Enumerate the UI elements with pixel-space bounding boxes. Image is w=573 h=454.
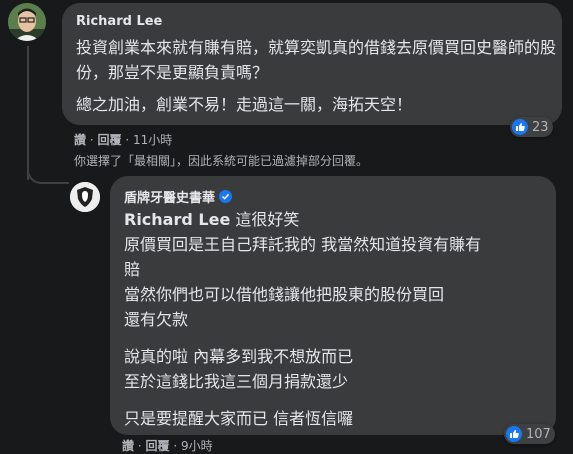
mention-suffix: 這很好笑 [230,210,300,229]
separator: · [125,133,130,147]
comment-author[interactable]: Richard Lee [76,14,162,29]
like-button[interactable]: 讚 [74,133,86,147]
comment-text-2: 總之加油，創業不易！走過這一關，海拓天空！ [76,95,413,114]
reply-timestamp[interactable]: 9小時 [181,439,213,453]
thread-connector [27,150,69,184]
shield-logo-icon [70,182,100,212]
like-reaction-icon [506,426,522,442]
separator: · [89,133,94,147]
avatar[interactable] [8,3,46,41]
reply-line: 原價買回是王自己拜託我的 我當然知道投資有賺有 [124,235,482,254]
verified-badge-icon [219,190,233,203]
mention-link[interactable]: Richard Lee [124,210,230,229]
reply-button[interactable]: 回覆 [146,439,170,453]
separator: · [173,439,178,453]
reply-avatar[interactable] [70,182,100,212]
comment-bubble: Richard Lee 投資創業本來就有賺有賠，就算奕凱真的借錢去原價買回史醫師… [62,3,562,137]
reaction-count: 107 [526,426,551,442]
reply-text: Richard Lee 這很好笑 原價買回是王自己拜託我的 我當然知道投資有賺有… [124,207,544,431]
reply-line: 當然你們也可以借他錢讓他把股東的股份買回 [124,285,445,304]
reply-actions: 讚 · 回覆 · 9小時 [122,437,213,454]
reply-button[interactable]: 回覆 [98,133,122,147]
like-button[interactable]: 讚 [122,439,134,453]
reply-line: 說真的啦 內幕多到我不想放而已 [124,347,354,366]
reply-line: Richard Lee 這很好笑 [124,207,544,232]
reply-author[interactable]: 盾牌牙醫史書華 [124,187,215,206]
reply-reaction-summary[interactable]: 107 [504,424,555,444]
reply-bubble: 盾牌牙醫史書華 Richard Lee 這很好笑 原價買回是王自己拜託我的 我當… [110,176,556,444]
filter-notice: 你選擇了「最相關」，因此系統可能已過濾掉部分回覆。 [74,154,369,168]
reaction-count: 23 [532,119,549,135]
reaction-summary[interactable]: 23 [510,117,553,137]
separator: · [137,439,142,453]
avatar-image [8,3,46,41]
reply-line: 至於這錢比我這三個月捐款還少 [124,372,349,391]
comment-actions: 讚 · 回覆 · 11小時 [74,131,172,148]
reply-line: 只是要提醒大家而已 信者恆信囉 [124,409,354,428]
reply-line: 還有欠款 [124,310,189,329]
reply-author-wrap: 盾牌牙醫史書華 [124,187,233,206]
comment-timestamp[interactable]: 11小時 [133,133,172,147]
comment-text: 投資創業本來就有賺有賠，就算奕凱真的借錢去原價買回史醫師的股份，那豈不是更顯負責… [76,38,557,82]
like-reaction-icon [512,119,528,135]
reply-line: 賠 [124,260,141,279]
